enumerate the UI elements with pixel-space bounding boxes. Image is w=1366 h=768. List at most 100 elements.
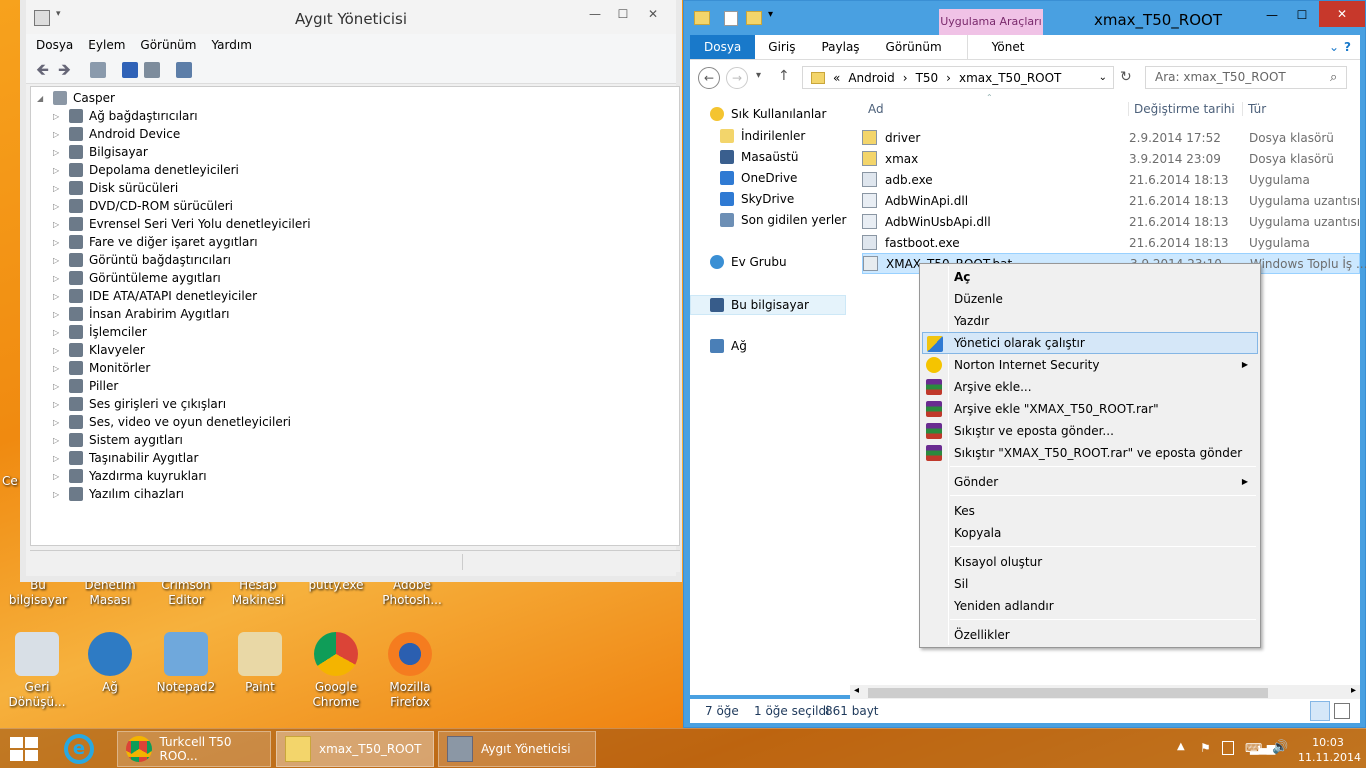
- column-header-date[interactable]: Değiştirme tarihi: [1128, 102, 1235, 116]
- device-category[interactable]: ▷ Ağ bağdaştırıcıları: [53, 107, 198, 125]
- forward-button[interactable]: →: [726, 67, 748, 89]
- context-menu-item[interactable]: Arşive ekle...: [922, 376, 1258, 398]
- address-dropdown-icon[interactable]: ⌄: [1099, 72, 1107, 83]
- expand-arrow-icon[interactable]: ▷: [53, 436, 65, 445]
- tab-yonet[interactable]: Yönet: [966, 35, 1049, 59]
- device-category[interactable]: ▷ Monitörler: [53, 359, 150, 377]
- maximize-button[interactable]: ☐: [1287, 5, 1317, 27]
- expand-arrow-icon[interactable]: ▷: [53, 328, 65, 337]
- device-category[interactable]: ▷ Yazılım cihazları: [53, 485, 184, 503]
- properties-qat-icon[interactable]: [724, 11, 738, 26]
- close-button[interactable]: ✕: [1319, 1, 1365, 27]
- context-menu-item[interactable]: Kısayol oluştur: [922, 551, 1258, 573]
- help-icon[interactable]: ?: [1331, 35, 1364, 59]
- nav-fav-item[interactable]: Son gidilen yerler: [720, 213, 847, 227]
- context-menu-item[interactable]: Aç: [922, 266, 1258, 288]
- device-category[interactable]: ▷ Taşınabilir Aygıtlar: [53, 449, 198, 467]
- qat-dropdown-icon[interactable]: ▾: [768, 9, 773, 20]
- context-menu-item[interactable]: Düzenle: [922, 288, 1258, 310]
- context-menu-item[interactable]: Kopyala: [922, 522, 1258, 544]
- context-menu-item[interactable]: Özellikler: [922, 624, 1258, 646]
- device-category[interactable]: ▷ Depolama denetleyicileri: [53, 161, 239, 179]
- expand-arrow-icon[interactable]: ▷: [53, 454, 65, 463]
- context-menu-item[interactable]: Yazdır: [922, 310, 1258, 332]
- minimize-button[interactable]: —: [580, 4, 610, 26]
- expand-arrow-icon[interactable]: ▷: [53, 346, 65, 355]
- nav-fav-item[interactable]: İndirilenler: [720, 129, 805, 143]
- taskbar-clock[interactable]: 10:03 11.11.2014: [1298, 735, 1361, 765]
- device-manager-window[interactable]: ▾ Aygıt Yöneticisi — ☐ ✕ Dosya Eylem Gör…: [20, 0, 682, 582]
- expand-arrow-icon[interactable]: ▷: [53, 256, 65, 265]
- breadcrumb-sep[interactable]: ›: [946, 71, 951, 85]
- device-category[interactable]: ▷ DVD/CD-ROM sürücüleri: [53, 197, 233, 215]
- device-category[interactable]: ▷ Fare ve diğer işaret aygıtları: [53, 233, 258, 251]
- context-menu-item[interactable]: Arşive ekle "XMAX_T50_ROOT.rar": [922, 398, 1258, 420]
- refresh-icon[interactable]: ↻: [1120, 69, 1132, 85]
- nav-fav-item[interactable]: Masaüstü: [720, 150, 798, 164]
- context-menu-item[interactable]: Yeniden adlandır: [922, 595, 1258, 617]
- large-icons-view-icon[interactable]: [1334, 703, 1350, 719]
- tab-paylas[interactable]: Paylaş: [808, 35, 872, 59]
- expand-arrow-icon[interactable]: ▷: [53, 382, 65, 391]
- device-category[interactable]: ▷ Piller: [53, 377, 118, 395]
- back-button[interactable]: ←: [698, 67, 720, 89]
- minimize-button[interactable]: —: [1257, 5, 1287, 27]
- column-header-type[interactable]: Tür: [1242, 102, 1266, 116]
- desktop-icon[interactable]: Bu bilgisayar: [2, 578, 74, 608]
- expand-arrow-icon[interactable]: ▷: [53, 418, 65, 427]
- forward-arrow-icon[interactable]: 🡺: [58, 59, 71, 86]
- nav-fav-item[interactable]: SkyDrive: [720, 192, 794, 206]
- expand-arrow-icon[interactable]: ▷: [53, 130, 65, 139]
- scroll-right-icon[interactable]: ▸: [1351, 685, 1356, 696]
- expand-arrow-icon[interactable]: ▷: [53, 112, 65, 121]
- tree-root[interactable]: ◢ Casper: [37, 89, 115, 107]
- scroll-thumb[interactable]: [868, 688, 1268, 698]
- nav-network[interactable]: Ağ: [710, 339, 747, 353]
- device-category[interactable]: ▷ IDE ATA/ATAPI denetleyiciler: [53, 287, 257, 305]
- context-menu-item[interactable]: Sil: [922, 573, 1258, 595]
- device-category[interactable]: ▷ Disk sürücüleri: [53, 179, 178, 197]
- expand-arrow-icon[interactable]: ▷: [53, 292, 65, 301]
- power-icon[interactable]: [1222, 741, 1234, 755]
- menu-gorunum[interactable]: Görünüm: [140, 34, 196, 56]
- desktop-icon[interactable]: Paint: [224, 632, 296, 695]
- expand-arrow-icon[interactable]: ▷: [53, 202, 65, 211]
- desktop-icon[interactable]: Adobe Photosh...: [376, 578, 448, 608]
- collapse-arrow-icon[interactable]: ◢: [37, 94, 49, 103]
- device-category[interactable]: ▷ Ses girişleri ve çıkışları: [53, 395, 226, 413]
- maximize-button[interactable]: ☐: [608, 4, 638, 26]
- context-menu-item[interactable]: Sıkıştır ve eposta gönder...: [922, 420, 1258, 442]
- menu-eylem[interactable]: Eylem: [88, 34, 125, 56]
- context-menu[interactable]: Aç Düzenle Yazdır Yönetici olarak çalıştır N…: [919, 263, 1261, 648]
- tab-giris[interactable]: Giriş: [755, 35, 808, 59]
- ie-icon[interactable]: e: [64, 734, 94, 764]
- device-category[interactable]: ▷ Bilgisayar: [53, 143, 148, 161]
- context-menu-item[interactable]: Norton Internet Security ▶: [922, 354, 1258, 376]
- file-row[interactable]: fastboot.exe 21.6.2014 18:13 Uygulama: [862, 232, 1360, 253]
- breadcrumb-sep[interactable]: ›: [903, 71, 908, 85]
- file-row[interactable]: AdbWinUsbApi.dll 21.6.2014 18:13 Uygulama …: [862, 211, 1360, 232]
- show-hidden-icons-icon[interactable]: ▲: [1177, 741, 1185, 752]
- device-tree[interactable]: ◢ Casper ▷ Ağ bağdaştırıcıları ▷ Android De…: [30, 86, 680, 546]
- device-category[interactable]: ▷ İşlemciler: [53, 323, 147, 341]
- desktop-icon[interactable]: Hesap Makinesi: [222, 578, 294, 608]
- up-button[interactable]: ↑: [778, 68, 790, 84]
- desktop-icon[interactable]: Ağ: [74, 632, 146, 695]
- expand-arrow-icon[interactable]: ▷: [53, 184, 65, 193]
- tab-gorunum[interactable]: Görünüm: [873, 35, 955, 59]
- recent-dropdown-icon[interactable]: ▾: [756, 70, 761, 81]
- context-menu-item[interactable]: Gönder ▶: [922, 471, 1258, 493]
- search-icon[interactable]: ⌕: [1330, 70, 1337, 85]
- device-category[interactable]: ▷ Yazdırma kuyrukları: [53, 467, 207, 485]
- expand-arrow-icon[interactable]: ▷: [53, 274, 65, 283]
- device-category[interactable]: ▷ Android Device: [53, 125, 180, 143]
- breadcrumb-t50[interactable]: T50: [916, 71, 939, 85]
- device-category[interactable]: ▷ Görüntü bağdaştırıcıları: [53, 251, 231, 269]
- expand-arrow-icon[interactable]: ▷: [53, 220, 65, 229]
- device-category[interactable]: ▷ Ses, video ve oyun denetleyicileri: [53, 413, 291, 431]
- taskbar-chrome[interactable]: Turkcell T50 ROO...: [117, 731, 271, 767]
- context-menu-item[interactable]: Sıkıştır "XMAX_T50_ROOT.rar" ve eposta g…: [922, 442, 1258, 464]
- action-center-flag-icon[interactable]: ⚑: [1200, 741, 1211, 755]
- expand-arrow-icon[interactable]: ▷: [53, 364, 65, 373]
- expand-arrow-icon[interactable]: ▷: [53, 310, 65, 319]
